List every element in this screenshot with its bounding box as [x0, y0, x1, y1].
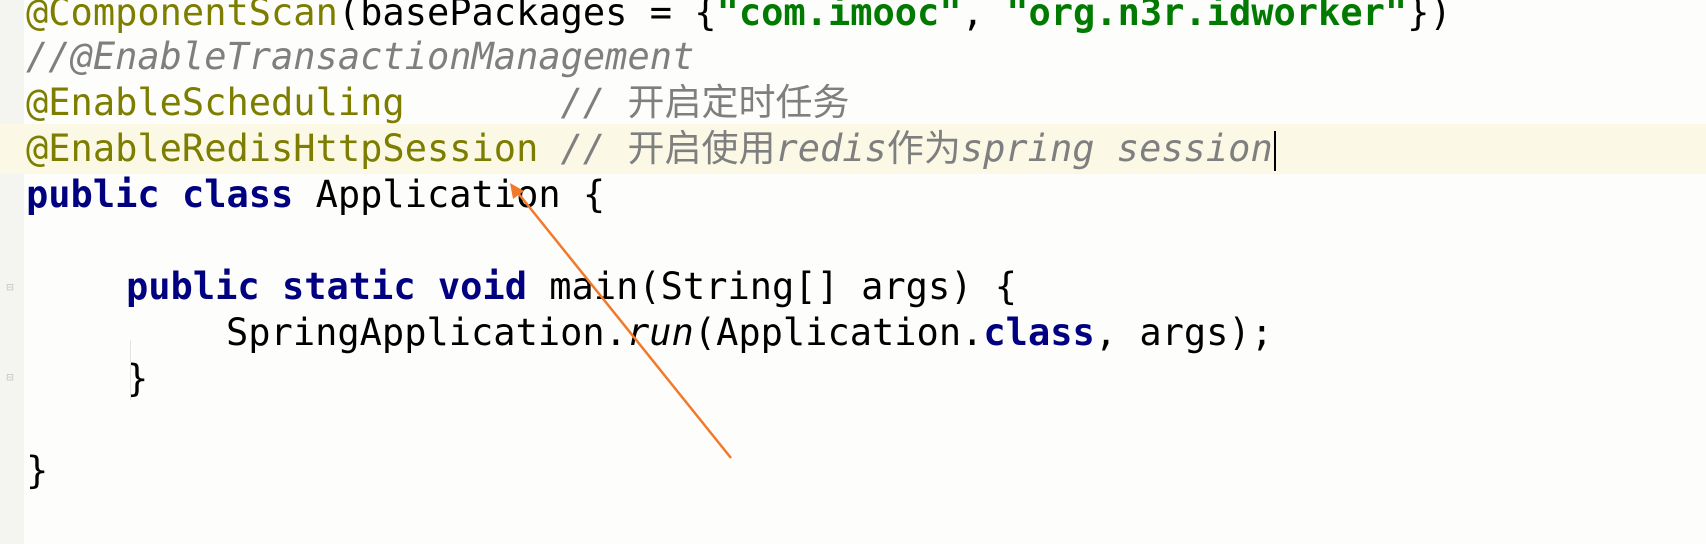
annotation-arrow [510, 183, 732, 459]
